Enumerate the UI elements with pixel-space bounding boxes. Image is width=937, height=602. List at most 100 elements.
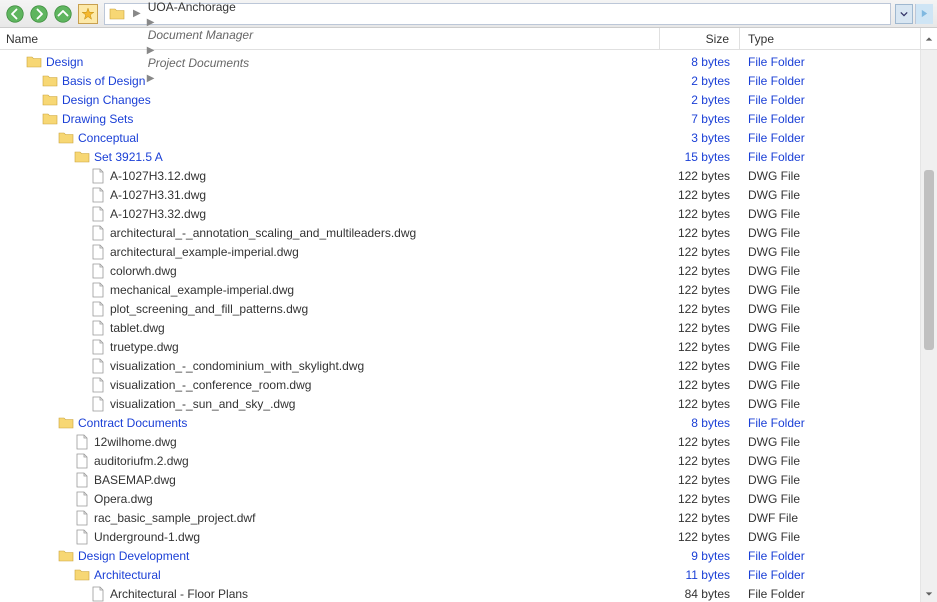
breadcrumb-dropdown-button[interactable] [895,4,913,24]
file-icon [90,206,106,222]
item-name: auditoriufm.2.dwg [94,454,189,468]
item-size: 122 bytes [660,302,740,316]
item-type: DWG File [740,188,920,202]
file-row[interactable]: Opera.dwg122 bytesDWG File [0,489,920,508]
scroll-thumb[interactable] [924,170,934,350]
item-size: 122 bytes [660,530,740,544]
back-button[interactable] [4,3,26,25]
file-row[interactable]: tablet.dwg122 bytesDWG File [0,318,920,337]
column-header-size[interactable]: Size [660,28,740,49]
item-type: DWG File [740,321,920,335]
file-icon [90,263,106,279]
item-name: visualization_-_condominium_with_skyligh… [110,359,364,373]
item-name: truetype.dwg [110,340,179,354]
file-row[interactable]: A-1027H3.31.dwg122 bytesDWG File [0,185,920,204]
file-icon [74,491,90,507]
item-size: 122 bytes [660,359,740,373]
file-row[interactable]: Architectural - Floor Plans84 bytesFile … [0,584,920,602]
item-size: 122 bytes [660,378,740,392]
file-icon [90,301,106,317]
folder-icon [74,567,90,583]
vertical-scrollbar[interactable] [920,50,937,602]
item-type: DWF File [740,511,920,525]
file-row[interactable]: auditoriufm.2.dwg122 bytesDWG File [0,451,920,470]
item-name: visualization_-_sun_and_sky_.dwg [110,397,295,411]
file-row[interactable]: Underground-1.dwg122 bytesDWG File [0,527,920,546]
folder-icon [26,54,42,70]
go-button[interactable] [915,4,933,24]
triangle-up-icon [925,35,933,43]
folder-row[interactable]: Design8 bytesFile Folder [0,52,920,71]
item-size: 122 bytes [660,169,740,183]
folder-row[interactable]: Contract Documents8 bytesFile Folder [0,413,920,432]
file-row[interactable]: plot_screening_and_fill_patterns.dwg122 … [0,299,920,318]
scroll-up-button[interactable] [920,28,937,49]
item-name: Design [46,55,83,69]
file-icon [74,434,90,450]
item-name: Drawing Sets [62,112,133,126]
item-size: 122 bytes [660,340,740,354]
item-type: DWG File [740,378,920,392]
item-size: 122 bytes [660,435,740,449]
file-row[interactable]: colorwh.dwg122 bytesDWG File [0,261,920,280]
favorites-button[interactable] [78,4,98,24]
file-row[interactable]: architectural_example-imperial.dwg122 by… [0,242,920,261]
file-row[interactable]: architectural_-_annotation_scaling_and_m… [0,223,920,242]
column-header-type[interactable]: Type [740,28,920,49]
folder-icon [74,149,90,165]
file-row[interactable]: BASEMAP.dwg122 bytesDWG File [0,470,920,489]
item-size: 8 bytes [660,416,740,430]
file-row[interactable]: mechanical_example-imperial.dwg122 bytes… [0,280,920,299]
folder-icon [58,130,74,146]
item-name: Basis of Design [62,74,145,88]
file-icon [90,168,106,184]
item-name: Design Changes [62,93,151,107]
item-name: Set 3921.5 A [94,150,163,164]
folder-row[interactable]: Basis of Design2 bytesFile Folder [0,71,920,90]
item-size: 7 bytes [660,112,740,126]
file-icon [90,320,106,336]
file-row[interactable]: truetype.dwg122 bytesDWG File [0,337,920,356]
file-icon [90,339,106,355]
item-name: mechanical_example-imperial.dwg [110,283,294,297]
item-type: DWG File [740,359,920,373]
file-row[interactable]: visualization_-_conference_room.dwg122 b… [0,375,920,394]
folder-icon [42,73,58,89]
file-row[interactable]: visualization_-_sun_and_sky_.dwg122 byte… [0,394,920,413]
chevron-right-icon: ▶ [131,8,143,19]
folder-row[interactable]: Set 3921.5 A15 bytesFile Folder [0,147,920,166]
folder-icon [42,111,58,127]
file-row[interactable]: A-1027H3.12.dwg122 bytesDWG File [0,166,920,185]
folder-row[interactable]: Architectural11 bytesFile Folder [0,565,920,584]
item-size: 2 bytes [660,74,740,88]
breadcrumb[interactable]: ▶ Q:▶C▶UOA-Anchorage▶Document Manager▶Pr… [104,3,891,25]
item-size: 3 bytes [660,131,740,145]
folder-row[interactable]: Drawing Sets7 bytesFile Folder [0,109,920,128]
file-row[interactable]: 12wilhome.dwg122 bytesDWG File [0,432,920,451]
folder-row[interactable]: Design Changes2 bytesFile Folder [0,90,920,109]
file-icon [74,472,90,488]
folder-row[interactable]: Design Development9 bytesFile Folder [0,546,920,565]
folder-row[interactable]: Conceptual3 bytesFile Folder [0,128,920,147]
play-icon [920,9,929,18]
forward-button[interactable] [28,3,50,25]
file-row[interactable]: A-1027H3.32.dwg122 bytesDWG File [0,204,920,223]
scroll-down-button[interactable] [921,585,937,602]
folder-icon [42,92,58,108]
up-button[interactable] [52,3,74,25]
item-type: File Folder [740,568,920,582]
column-header-name[interactable]: Name [0,28,660,49]
file-icon [74,510,90,526]
file-row[interactable]: visualization_-_condominium_with_skyligh… [0,356,920,375]
item-name: A-1027H3.12.dwg [110,169,206,183]
item-type: DWG File [740,207,920,221]
item-type: DWG File [740,264,920,278]
file-row[interactable]: rac_basic_sample_project.dwf122 bytesDWF… [0,508,920,527]
file-icon [90,358,106,374]
file-icon [90,244,106,260]
breadcrumb-segment[interactable]: UOA-Anchorage [145,0,256,14]
item-size: 122 bytes [660,511,740,525]
item-name: Contract Documents [78,416,187,430]
item-size: 15 bytes [660,150,740,164]
item-size: 122 bytes [660,492,740,506]
